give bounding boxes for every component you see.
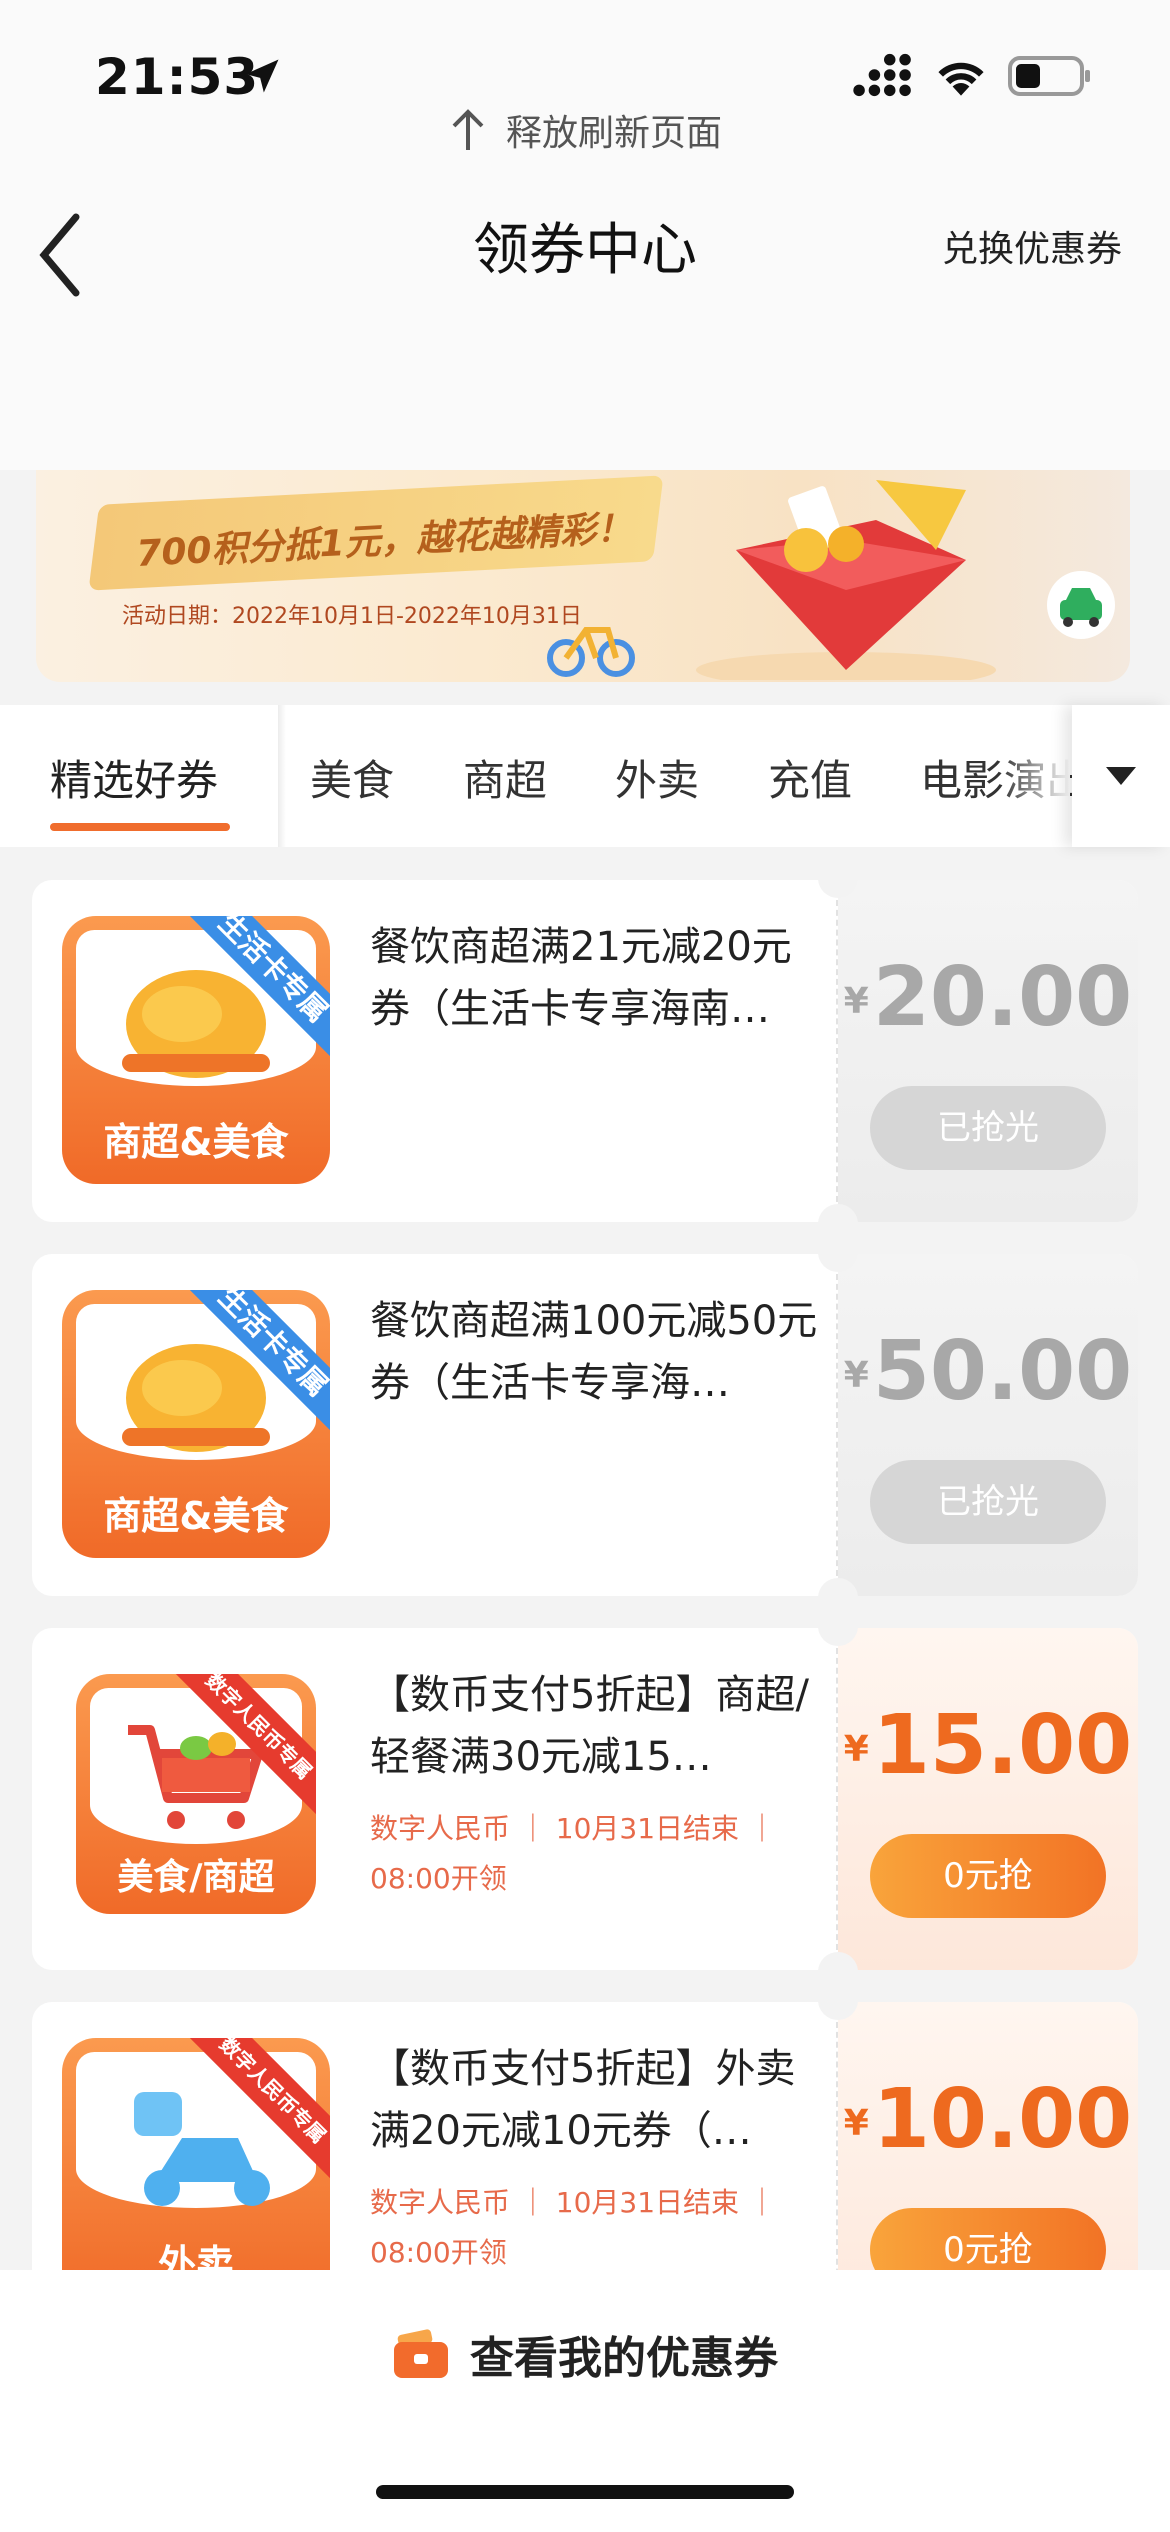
home-indicator[interactable]: [376, 2485, 794, 2499]
coupon-amount: 15.00: [872, 1698, 1133, 1793]
wifi-icon: [938, 62, 984, 96]
bicycle-icon: [547, 627, 635, 677]
battery-icon: [1008, 56, 1090, 96]
location-arrow-icon: [245, 59, 279, 93]
view-my-coupons-label: 查看我的优惠券: [470, 2333, 778, 2384]
coupon-amount: 20.00: [872, 950, 1133, 1045]
coupon-card[interactable]: 生活卡专属 商超&美食 餐饮商超满21元减20元券（生活卡专享海南… ¥20.0…: [32, 880, 1138, 1222]
refresh-hint-text: 释放刷新页面: [505, 113, 722, 154]
active-tab-indicator: [50, 823, 230, 831]
coupon-title: 餐饮商超满21元减20元券（生活卡专享海南…: [370, 924, 792, 1032]
taxi-icon: [1047, 571, 1115, 639]
coupon-divider: [836, 900, 838, 1202]
wallet-icon: [394, 2329, 448, 2378]
coupon-thumbnail: 数字人民币专属 美食/商超: [76, 1674, 316, 1914]
arrow-up-icon: [452, 109, 484, 150]
promo-banner[interactable]: 700积分抵1元，越花越精彩！ 活动日期：2022年10月1日-2022年10月…: [36, 470, 1130, 682]
currency-symbol: ¥: [843, 1729, 869, 1770]
coupon-amount: 10.00: [872, 2072, 1133, 2167]
red-envelope-box-illustration: [696, 480, 996, 680]
coupon-title: 【数币支付5折起】外卖满20元减10元券（…: [370, 2046, 796, 2154]
category-tabs: 精选好券 美食 商超 外卖 充值 电影演出: [0, 705, 1170, 847]
currency-symbol: ¥: [843, 2103, 869, 2144]
coupon-price-panel: [838, 1628, 1138, 1970]
tab-supermarket[interactable]: 商超: [463, 747, 547, 808]
coupon-price: ¥20.00: [838, 950, 1138, 1045]
coupon-thumbnail: 生活卡专属 商超&美食: [62, 1290, 330, 1558]
coupon-title: 【数币支付5折起】商超/轻餐满30元减15…: [370, 1672, 809, 1780]
coupon-amount: 50.00: [872, 1324, 1133, 1419]
sold-out-button[interactable]: 已抢光: [870, 1086, 1106, 1170]
coupon-price: ¥15.00: [838, 1698, 1138, 1793]
currency-symbol: ¥: [843, 981, 869, 1022]
coupon-card[interactable]: 生活卡专属 商超&美食 餐饮商超满100元减50元券（生活卡专享海… ¥50.0…: [32, 1254, 1138, 1596]
thumbnail-label: 美食/商超: [117, 1857, 275, 1898]
coupon-divider: [836, 1648, 838, 1950]
coupon-divider: [836, 1274, 838, 1576]
tabs-dropdown-button[interactable]: [1072, 705, 1170, 847]
coupon-meta: 数字人民币 ｜ 10月31日结束 ｜ 08:00开领: [370, 2186, 776, 2269]
tab-delivery[interactable]: 外卖: [615, 747, 699, 808]
pull-refresh-hint: 释放刷新页面: [0, 100, 1170, 160]
cellular-signal-icon: [853, 53, 911, 97]
coupon-thumbnail: 数字人民币专属 外卖: [62, 2038, 330, 2306]
coupon-price: ¥10.00: [838, 2072, 1138, 2167]
grab-coupon-button[interactable]: 0元抢: [870, 1834, 1106, 1918]
tab-separator: [278, 705, 286, 847]
thumbnail-label: 商超&美食: [103, 1494, 289, 1538]
sold-out-button[interactable]: 已抢光: [870, 1460, 1106, 1544]
thumbnail-label: 商超&美食: [103, 1120, 289, 1164]
coupon-meta: 数字人民币 ｜ 10月31日结束 ｜ 08:00开领: [370, 1812, 776, 1895]
exchange-coupon-link[interactable]: 兑换优惠券: [942, 220, 1122, 272]
coupon-title: 餐饮商超满100元减50元券（生活卡专享海…: [370, 1298, 818, 1406]
caret-down-icon: [1106, 767, 1136, 785]
currency-symbol: ¥: [843, 1355, 869, 1396]
tab-food[interactable]: 美食: [310, 747, 394, 808]
coupon-thumbnail: 生活卡专属 商超&美食: [62, 916, 330, 1184]
view-my-coupons-button[interactable]: 查看我的优惠券: [0, 2322, 1170, 2386]
status-time: 21:53: [95, 48, 260, 106]
tab-recharge[interactable]: 充值: [768, 747, 852, 808]
coupon-card[interactable]: 数字人民币专属 美食/商超 【数币支付5折起】商超/轻餐满30元减15… 数字人…: [32, 1628, 1138, 1970]
coupon-price: ¥50.00: [838, 1324, 1138, 1419]
coupon-price-panel: [838, 1254, 1138, 1596]
tab-fade: [1000, 705, 1070, 847]
coupon-price-panel: [838, 880, 1138, 1222]
banner-date: 活动日期：2022年10月1日-2022年10月31日: [122, 604, 582, 629]
tab-featured[interactable]: 精选好券: [50, 747, 218, 808]
